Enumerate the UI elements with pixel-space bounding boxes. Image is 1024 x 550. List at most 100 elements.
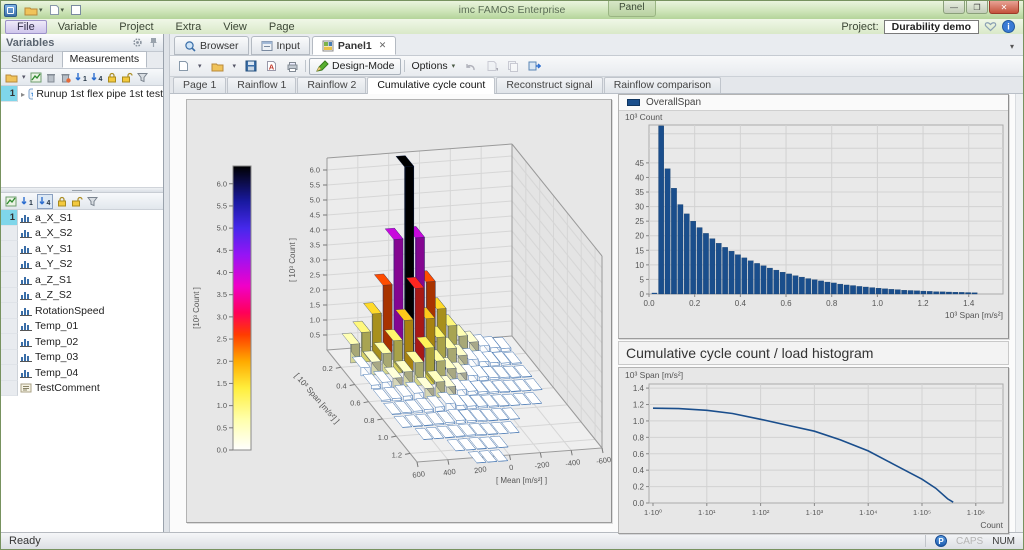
export-button[interactable] — [525, 58, 544, 75]
favorites-heart-icon[interactable] — [984, 21, 997, 32]
dropdown-icon[interactable]: ▾ — [22, 73, 26, 81]
legend-label: OverallSpan — [646, 97, 701, 108]
svg-text:A: A — [269, 63, 275, 72]
open-folder-button[interactable] — [208, 58, 227, 75]
restore-button[interactable]: ❐ — [966, 1, 988, 14]
pin-icon[interactable] — [149, 37, 158, 48]
menu-project[interactable]: Project — [108, 20, 164, 34]
panel-window-title[interactable]: Panel — [608, 1, 656, 17]
sort-asc-1-icon[interactable]: 1 — [21, 196, 33, 207]
gear-icon[interactable] — [132, 37, 143, 48]
sidebar-splitter[interactable] — [1, 188, 163, 193]
open-folder-icon — [211, 61, 224, 72]
doc-tab-browser[interactable]: Browser — [174, 36, 249, 55]
delete-all-icon[interactable] — [60, 72, 71, 83]
svg-text:-200: -200 — [534, 460, 550, 471]
overall-span-chart[interactable]: OverallSpan 0510152025303540450.00.20.40… — [618, 94, 1009, 339]
variable-row[interactable]: a_X_S2 — [1, 226, 163, 242]
document-tabs: BrowserInputPanel1✕ ▾ — [170, 34, 1023, 56]
save-button[interactable] — [242, 58, 260, 75]
doc-tab-input[interactable]: Input — [251, 36, 310, 55]
filter-icon[interactable] — [137, 72, 148, 83]
dropdown-button[interactable]: ▾ — [230, 58, 240, 75]
project-area: Project: Durability demo i — [841, 20, 1019, 34]
page-tab-reconstruct-signal[interactable]: Reconstruct signal — [496, 77, 602, 93]
variable-row[interactable]: a_Y_S1 — [1, 241, 163, 257]
row-number — [1, 303, 18, 319]
print-button[interactable] — [283, 58, 302, 75]
variable-row[interactable]: a_Y_S2 — [1, 257, 163, 273]
lock-icon[interactable] — [57, 196, 67, 207]
unlock-icon[interactable] — [71, 196, 83, 207]
variable-row[interactable]: Temp_02 — [1, 334, 163, 350]
project-value[interactable]: Durability demo — [884, 20, 979, 34]
sort-asc-1-icon[interactable]: 1 — [75, 72, 87, 83]
svg-text:4: 4 — [98, 76, 102, 83]
svg-text:0.0: 0.0 — [217, 446, 227, 455]
variable-name: Temp_02 — [35, 336, 78, 348]
page-tab-rainflow-2[interactable]: Rainflow 2 — [297, 77, 366, 93]
tab-overflow-button[interactable]: ▾ — [1005, 42, 1019, 55]
variable-row[interactable]: a_Z_S2 — [1, 288, 163, 304]
delete-icon[interactable] — [46, 72, 56, 83]
sort-asc-4-icon[interactable]: 4 — [91, 72, 103, 83]
variable-row[interactable]: Temp_04 — [1, 365, 163, 381]
unlock-icon[interactable] — [121, 72, 133, 83]
page-tab-rainflow-comparison[interactable]: Rainflow comparison — [604, 77, 721, 93]
rainflow-3d-chart[interactable]: 0.51.01.52.02.53.03.54.04.55.05.56.0[ 10… — [186, 99, 612, 523]
menu-extra[interactable]: Extra — [165, 20, 213, 34]
doc-tab-panel1[interactable]: Panel1✕ — [312, 36, 396, 55]
variable-row[interactable]: 1a_X_S1 — [1, 210, 163, 226]
signal-icon — [20, 275, 32, 285]
pdf-export-button[interactable]: A — [263, 58, 280, 75]
undo-button[interactable] — [461, 58, 480, 75]
design-mode-button[interactable]: Design-Mode — [309, 58, 401, 75]
measurements-list[interactable]: 1 ▸ Runup 1st flex pipe 1st test — [1, 86, 163, 188]
page-tab-page-1[interactable]: Page 1 — [173, 77, 226, 93]
minimize-button[interactable]: — — [943, 1, 965, 14]
sort-asc-4-icon[interactable]: 4 — [37, 194, 53, 209]
variable-row[interactable]: a_Z_S1 — [1, 272, 163, 288]
app-icon[interactable] — [4, 4, 17, 17]
checkbox-button[interactable] — [68, 3, 84, 18]
expand-icon[interactable]: ▸ — [18, 90, 28, 99]
svg-text:1.4: 1.4 — [633, 384, 645, 393]
row-number — [1, 381, 18, 397]
svg-text:1·10²: 1·10² — [752, 508, 770, 517]
chart-icon[interactable] — [5, 196, 17, 207]
paste-page-button[interactable]: ▾ — [483, 58, 501, 75]
svg-text:1.0: 1.0 — [217, 401, 227, 410]
dropdown-button[interactable]: ▾ — [195, 58, 205, 75]
open-folder-button[interactable]: ▾ — [22, 3, 45, 18]
tab-measurements[interactable]: Measurements — [62, 51, 147, 68]
variable-row[interactable]: TestComment — [1, 381, 163, 397]
copy-page-button[interactable] — [504, 58, 522, 75]
new-page-button[interactable]: ▾ — [47, 3, 67, 18]
page-tab-rainflow-1[interactable]: Rainflow 1 — [227, 77, 296, 93]
options-button[interactable]: Options ▾ — [408, 58, 458, 75]
open-folder-icon[interactable] — [5, 72, 18, 83]
filter-icon[interactable] — [87, 196, 98, 207]
tab-standard[interactable]: Standard — [3, 51, 62, 68]
variable-row[interactable]: RotationSpeed — [1, 303, 163, 319]
close-button[interactable]: ✕ — [989, 1, 1019, 14]
close-tab-icon[interactable]: ✕ — [379, 40, 387, 51]
measurement-row[interactable]: 1 ▸ Runup 1st flex pipe 1st test — [1, 86, 163, 102]
variables-list[interactable]: 1a_X_S1a_X_S2a_Y_S1a_Y_S2a_Z_S1a_Z_S2Rot… — [1, 210, 163, 532]
new-page-button[interactable] — [175, 58, 192, 75]
variable-row[interactable]: Temp_01 — [1, 319, 163, 335]
scroll-strip[interactable] — [1015, 94, 1023, 532]
chart-icon[interactable] — [30, 72, 42, 83]
cumulative-cycle-chart[interactable]: 0.00.20.40.60.81.01.21.41·10⁰1·10¹1·10²1… — [618, 367, 1009, 534]
page-tab-cumulative-cycle-count[interactable]: Cumulative cycle count — [367, 77, 495, 94]
variable-row[interactable]: Temp_03 — [1, 350, 163, 366]
panel-icon — [322, 40, 334, 52]
menu-view[interactable]: View — [212, 20, 258, 34]
svg-text:600: 600 — [412, 469, 426, 480]
menu-variable[interactable]: Variable — [47, 20, 109, 34]
p-badge-icon[interactable]: P — [935, 535, 947, 547]
lock-icon[interactable] — [107, 72, 117, 83]
menu-file[interactable]: File — [5, 20, 47, 34]
info-icon[interactable]: i — [1002, 20, 1015, 33]
menu-page[interactable]: Page — [258, 20, 306, 34]
